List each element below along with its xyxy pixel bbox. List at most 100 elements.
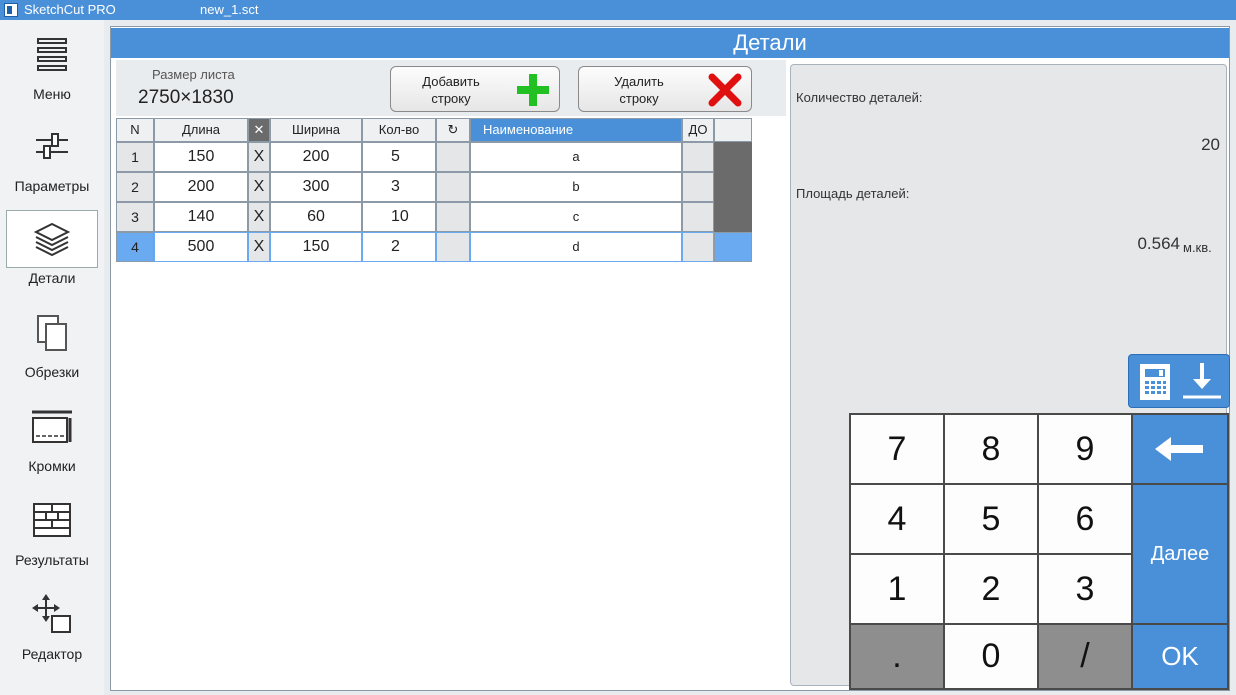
row-extra-cell bbox=[714, 202, 752, 232]
name-cell[interactable]: a bbox=[470, 142, 682, 172]
key-6[interactable]: 6 bbox=[1039, 485, 1131, 553]
results-grid-icon bbox=[33, 503, 71, 537]
name-cell[interactable]: d bbox=[470, 232, 682, 262]
add-row-button[interactable]: Добавить строку bbox=[390, 66, 560, 112]
length-cell[interactable]: 200 bbox=[154, 172, 248, 202]
parts-area-label: Площадь деталей: bbox=[796, 186, 910, 201]
key-7[interactable]: 7 bbox=[851, 415, 943, 483]
header-name: Наименование bbox=[470, 118, 682, 142]
sidebar-item-results[interactable]: Результаты bbox=[4, 492, 100, 576]
layers-icon bbox=[33, 222, 71, 257]
rotate-cell[interactable] bbox=[436, 142, 470, 172]
ok-button[interactable]: OK bbox=[1133, 625, 1227, 688]
do-cell[interactable] bbox=[682, 202, 714, 232]
delete-x-icon bbox=[708, 73, 742, 107]
parts-area-value: 0.564 bbox=[1137, 234, 1180, 253]
row-number: 1 bbox=[116, 142, 154, 172]
delete-row-button[interactable]: Удалить строку bbox=[578, 66, 752, 112]
edges-icon bbox=[32, 410, 72, 443]
x-cell: X bbox=[248, 172, 270, 202]
row-number: 2 bbox=[116, 172, 154, 202]
row-number: 4 bbox=[116, 232, 154, 262]
sidebar-item-editor[interactable]: Редактор bbox=[4, 586, 100, 670]
row-extra-cell bbox=[714, 142, 752, 172]
app-name: SketchCut PRO bbox=[24, 2, 116, 17]
plus-icon bbox=[517, 74, 549, 106]
backspace-button[interactable] bbox=[1133, 415, 1227, 483]
sidebar-item-menu[interactable]: Меню bbox=[4, 26, 100, 110]
header-extra bbox=[714, 118, 752, 142]
length-cell[interactable]: 150 bbox=[154, 142, 248, 172]
sidebar-item-details[interactable]: Детали bbox=[4, 210, 100, 294]
collapse-down-icon bbox=[1183, 363, 1221, 399]
width-cell[interactable]: 300 bbox=[270, 172, 362, 202]
parts-count-label: Количество деталей: bbox=[796, 90, 923, 105]
sidebar-item-label: Параметры bbox=[14, 178, 90, 194]
x-cell: X bbox=[248, 202, 270, 232]
rotate-cell[interactable] bbox=[436, 172, 470, 202]
width-cell[interactable]: 150 bbox=[270, 232, 362, 262]
sidebar-item-offcuts[interactable]: Обрезки bbox=[4, 304, 100, 388]
numeric-keypad: 7 8 9 4 5 6 1 2 3 Далее . 0 / OK bbox=[849, 413, 1229, 690]
qty-cell[interactable]: 2 bbox=[362, 232, 436, 262]
header-x-icon: ✕ bbox=[248, 118, 270, 142]
qty-cell[interactable]: 3 bbox=[362, 172, 436, 202]
sidebar-item-parameters[interactable]: Параметры bbox=[4, 118, 100, 202]
parts-count-value: 20 bbox=[1201, 135, 1220, 154]
do-cell[interactable] bbox=[682, 232, 714, 262]
sheet-size-label: Размер листа bbox=[152, 67, 235, 82]
calculator-icon bbox=[1140, 364, 1170, 400]
delete-row-label: Удалить строку bbox=[614, 74, 664, 106]
qty-cell[interactable]: 5 bbox=[362, 142, 436, 172]
sidebar-item-label: Детали bbox=[28, 270, 76, 286]
length-cell[interactable]: 140 bbox=[154, 202, 248, 232]
row-extra-cell bbox=[714, 172, 752, 202]
do-cell[interactable] bbox=[682, 172, 714, 202]
file-name: new_1.sct bbox=[200, 2, 259, 17]
x-cell: X bbox=[248, 142, 270, 172]
sidebar-item-label: Кромки bbox=[28, 458, 76, 474]
sidebar-item-label: Обрезки bbox=[24, 364, 80, 380]
page-title: Детали bbox=[111, 28, 1229, 58]
length-cell[interactable]: 500 bbox=[154, 232, 248, 262]
width-cell[interactable]: 60 bbox=[270, 202, 362, 232]
key-slash[interactable]: / bbox=[1039, 625, 1131, 688]
key-4[interactable]: 4 bbox=[851, 485, 943, 553]
app-logo-icon bbox=[4, 3, 18, 17]
sheet-size-value[interactable]: 2750×1830 bbox=[138, 87, 234, 109]
move-editor-icon bbox=[32, 594, 71, 633]
next-button[interactable]: Далее bbox=[1133, 485, 1227, 623]
key-5[interactable]: 5 bbox=[945, 485, 1037, 553]
calculator-toggle-button[interactable] bbox=[1128, 354, 1230, 408]
row-number: 3 bbox=[116, 202, 154, 232]
header-qty: Кол-во bbox=[362, 118, 436, 142]
x-cell: X bbox=[248, 232, 270, 262]
sidebar: Меню Параметры Детали Обрезки Кромки Рез… bbox=[0, 20, 104, 695]
name-cell[interactable]: c bbox=[470, 202, 682, 232]
key-0[interactable]: 0 bbox=[945, 625, 1037, 688]
header-width: Ширина bbox=[270, 118, 362, 142]
key-9[interactable]: 9 bbox=[1039, 415, 1131, 483]
sidebar-item-edges[interactable]: Кромки bbox=[4, 398, 100, 482]
key-dot[interactable]: . bbox=[851, 625, 943, 688]
offcuts-icon bbox=[37, 315, 67, 351]
rotate-cell[interactable] bbox=[436, 202, 470, 232]
key-8[interactable]: 8 bbox=[945, 415, 1037, 483]
hamburger-icon bbox=[37, 38, 67, 71]
rotate-icon: ↻ bbox=[436, 118, 470, 142]
rotate-cell[interactable] bbox=[436, 232, 470, 262]
key-1[interactable]: 1 bbox=[851, 555, 943, 623]
name-cell[interactable]: b bbox=[470, 172, 682, 202]
sliders-icon bbox=[36, 133, 68, 159]
do-cell[interactable] bbox=[682, 142, 714, 172]
parts-area-unit: м.кв. bbox=[1183, 240, 1212, 255]
title-bar: SketchCut PRO new_1.sct bbox=[0, 0, 1236, 20]
backspace-arrow-icon bbox=[1155, 437, 1203, 461]
header-n: N bbox=[116, 118, 154, 142]
width-cell[interactable]: 200 bbox=[270, 142, 362, 172]
qty-cell[interactable]: 10 bbox=[362, 202, 436, 232]
key-3[interactable]: 3 bbox=[1039, 555, 1131, 623]
sidebar-item-label: Меню bbox=[33, 86, 71, 102]
key-2[interactable]: 2 bbox=[945, 555, 1037, 623]
header-length: Длина bbox=[154, 118, 248, 142]
